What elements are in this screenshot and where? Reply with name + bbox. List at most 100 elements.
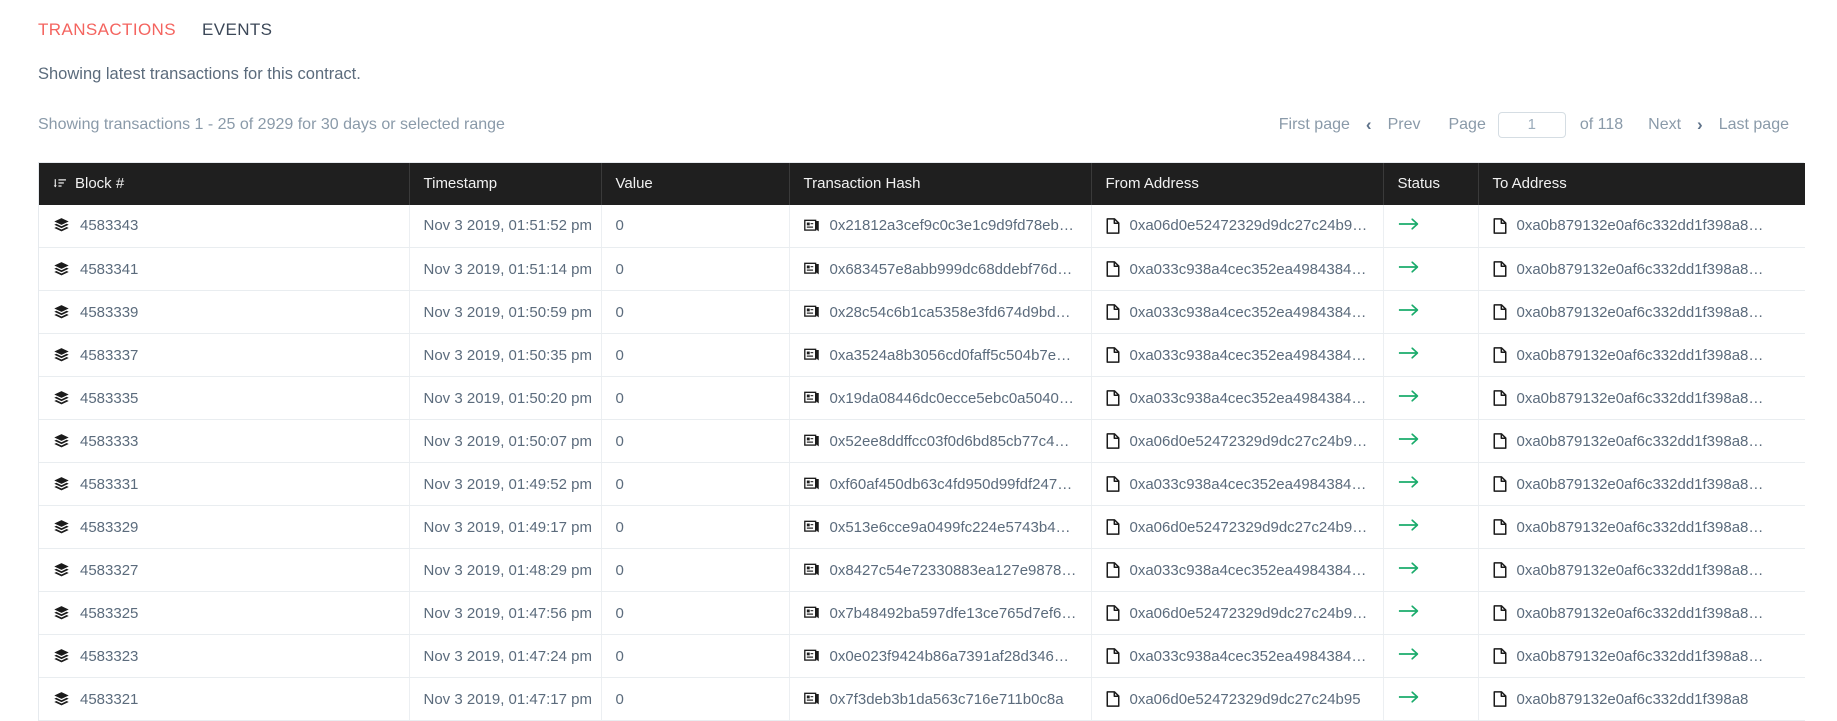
receipt-icon[interactable] xyxy=(804,519,820,535)
document-icon[interactable] xyxy=(1106,390,1120,406)
table-row[interactable]: 4583329Nov 3 2019, 01:49:17 pm00x513e6cc… xyxy=(39,506,1805,549)
document-icon[interactable] xyxy=(1106,304,1120,320)
document-icon[interactable] xyxy=(1106,261,1120,277)
prev-page-button[interactable]: Prev xyxy=(1376,117,1433,133)
cell-block[interactable]: 4583329 xyxy=(39,506,409,549)
column-header-from-address[interactable]: From Address xyxy=(1091,163,1383,205)
document-icon[interactable] xyxy=(1106,562,1120,578)
tab-events[interactable]: EVENTS xyxy=(202,21,272,38)
receipt-icon[interactable] xyxy=(804,261,820,277)
document-icon[interactable] xyxy=(1106,519,1120,535)
document-icon[interactable] xyxy=(1493,691,1507,707)
column-header-timestamp[interactable]: Timestamp xyxy=(409,163,601,205)
cell-from-address[interactable]: 0xa06d0e52472329d9dc27c24b95 xyxy=(1091,678,1383,721)
cell-block[interactable]: 4583343 xyxy=(39,205,409,248)
table-row[interactable]: 4583339Nov 3 2019, 01:50:59 pm00x28c54c6… xyxy=(39,291,1805,334)
cell-to-address[interactable]: 0xa0b879132e0af6c332dd1f398a8 xyxy=(1478,678,1805,721)
cell-block[interactable]: 4583321 xyxy=(39,678,409,721)
first-page-button[interactable]: First page xyxy=(1267,117,1362,133)
column-header-transaction-hash[interactable]: Transaction Hash xyxy=(789,163,1091,205)
cell-block[interactable]: 4583341 xyxy=(39,248,409,291)
receipt-icon[interactable] xyxy=(804,390,820,406)
document-icon[interactable] xyxy=(1493,304,1507,320)
column-header-value[interactable]: Value xyxy=(601,163,789,205)
cell-to-address[interactable]: 0xa0b879132e0af6c332dd1f398a8… xyxy=(1478,334,1805,377)
cell-from-address[interactable]: 0xa033c938a4cec352ea49843847f… xyxy=(1091,248,1383,291)
cell-to-address[interactable]: 0xa0b879132e0af6c332dd1f398a8… xyxy=(1478,377,1805,420)
table-row[interactable]: 4583331Nov 3 2019, 01:49:52 pm00xf60af45… xyxy=(39,463,1805,506)
document-icon[interactable] xyxy=(1106,648,1120,664)
cell-to-address[interactable]: 0xa0b879132e0af6c332dd1f398a8… xyxy=(1478,205,1805,248)
receipt-icon[interactable] xyxy=(804,691,820,707)
cell-transaction-hash[interactable]: 0x7f3deb3b1da563c716e711b0c8a xyxy=(789,678,1091,721)
cell-transaction-hash[interactable]: 0x21812a3cef9c0c3e1c9d9fd78eb… xyxy=(789,205,1091,248)
cell-from-address[interactable]: 0xa033c938a4cec352ea49843847f… xyxy=(1091,549,1383,592)
document-icon[interactable] xyxy=(1493,218,1507,234)
cell-transaction-hash[interactable]: 0xa3524a8b3056cd0faff5c504b7e3… xyxy=(789,334,1091,377)
cell-from-address[interactable]: 0xa033c938a4cec352ea49843847f… xyxy=(1091,635,1383,678)
document-icon[interactable] xyxy=(1106,347,1120,363)
document-icon[interactable] xyxy=(1106,433,1120,449)
document-icon[interactable] xyxy=(1493,347,1507,363)
column-header-to-address[interactable]: To Address xyxy=(1478,163,1805,205)
table-row[interactable]: 4583321Nov 3 2019, 01:47:17 pm00x7f3deb3… xyxy=(39,678,1805,721)
document-icon[interactable] xyxy=(1493,261,1507,277)
cell-transaction-hash[interactable]: 0x19da08446dc0ecce5ebc0a50402… xyxy=(789,377,1091,420)
cell-from-address[interactable]: 0xa033c938a4cec352ea49843847f… xyxy=(1091,463,1383,506)
document-icon[interactable] xyxy=(1493,390,1507,406)
document-icon[interactable] xyxy=(1493,519,1507,535)
cell-from-address[interactable]: 0xa033c938a4cec352ea49843847f… xyxy=(1091,291,1383,334)
sort-descending-icon[interactable] xyxy=(53,177,67,191)
cell-block[interactable]: 4583325 xyxy=(39,592,409,635)
cell-block[interactable]: 4583333 xyxy=(39,420,409,463)
cell-to-address[interactable]: 0xa0b879132e0af6c332dd1f398a8… xyxy=(1478,549,1805,592)
cell-transaction-hash[interactable]: 0x52ee8ddffcc03f0d6bd85cb77c42… xyxy=(789,420,1091,463)
chevron-right-icon[interactable]: › xyxy=(1693,116,1707,133)
cell-transaction-hash[interactable]: 0x8427c54e72330883ea127e9878… xyxy=(789,549,1091,592)
table-row[interactable]: 4583333Nov 3 2019, 01:50:07 pm00x52ee8dd… xyxy=(39,420,1805,463)
cell-to-address[interactable]: 0xa0b879132e0af6c332dd1f398a8… xyxy=(1478,506,1805,549)
last-page-button[interactable]: Last page xyxy=(1707,117,1801,133)
cell-block[interactable]: 4583335 xyxy=(39,377,409,420)
table-row[interactable]: 4583337Nov 3 2019, 01:50:35 pm00xa3524a8… xyxy=(39,334,1805,377)
receipt-icon[interactable] xyxy=(804,562,820,578)
cell-transaction-hash[interactable]: 0x28c54c6b1ca5358e3fd674d9bdc… xyxy=(789,291,1091,334)
cell-transaction-hash[interactable]: 0x0e023f9424b86a7391af28d3463… xyxy=(789,635,1091,678)
cell-to-address[interactable]: 0xa0b879132e0af6c332dd1f398a8… xyxy=(1478,592,1805,635)
table-row[interactable]: 4583341Nov 3 2019, 01:51:14 pm00x683457e… xyxy=(39,248,1805,291)
cell-from-address[interactable]: 0xa033c938a4cec352ea49843847f… xyxy=(1091,377,1383,420)
cell-block[interactable]: 4583327 xyxy=(39,549,409,592)
document-icon[interactable] xyxy=(1493,476,1507,492)
cell-to-address[interactable]: 0xa0b879132e0af6c332dd1f398a8… xyxy=(1478,248,1805,291)
page-number-input[interactable] xyxy=(1498,112,1566,138)
document-icon[interactable] xyxy=(1106,476,1120,492)
table-row[interactable]: 4583335Nov 3 2019, 01:50:20 pm00x19da084… xyxy=(39,377,1805,420)
cell-to-address[interactable]: 0xa0b879132e0af6c332dd1f398a8… xyxy=(1478,463,1805,506)
document-icon[interactable] xyxy=(1493,562,1507,578)
receipt-icon[interactable] xyxy=(804,648,820,664)
receipt-icon[interactable] xyxy=(804,304,820,320)
cell-from-address[interactable]: 0xa06d0e52472329d9dc27c24b95… xyxy=(1091,420,1383,463)
next-page-button[interactable]: Next xyxy=(1636,117,1693,133)
cell-transaction-hash[interactable]: 0x683457e8abb999dc68ddebf76d8… xyxy=(789,248,1091,291)
document-icon[interactable] xyxy=(1106,691,1120,707)
document-icon[interactable] xyxy=(1493,433,1507,449)
cell-block[interactable]: 4583339 xyxy=(39,291,409,334)
receipt-icon[interactable] xyxy=(804,476,820,492)
receipt-icon[interactable] xyxy=(804,605,820,621)
receipt-icon[interactable] xyxy=(804,433,820,449)
cell-block[interactable]: 4583323 xyxy=(39,635,409,678)
receipt-icon[interactable] xyxy=(804,347,820,363)
document-icon[interactable] xyxy=(1106,605,1120,621)
document-icon[interactable] xyxy=(1493,605,1507,621)
cell-from-address[interactable]: 0xa06d0e52472329d9dc27c24b95… xyxy=(1091,592,1383,635)
tab-transactions[interactable]: TRANSACTIONS xyxy=(38,21,176,38)
cell-transaction-hash[interactable]: 0x513e6cce9a0499fc224e5743b4e… xyxy=(789,506,1091,549)
cell-from-address[interactable]: 0xa033c938a4cec352ea49843847f… xyxy=(1091,334,1383,377)
cell-block[interactable]: 4583331 xyxy=(39,463,409,506)
table-row[interactable]: 4583325Nov 3 2019, 01:47:56 pm00x7b48492… xyxy=(39,592,1805,635)
cell-to-address[interactable]: 0xa0b879132e0af6c332dd1f398a8… xyxy=(1478,291,1805,334)
receipt-icon[interactable] xyxy=(804,218,820,234)
table-row[interactable]: 4583343Nov 3 2019, 01:51:52 pm00x21812a3… xyxy=(39,205,1805,248)
table-row[interactable]: 4583327Nov 3 2019, 01:48:29 pm00x8427c54… xyxy=(39,549,1805,592)
